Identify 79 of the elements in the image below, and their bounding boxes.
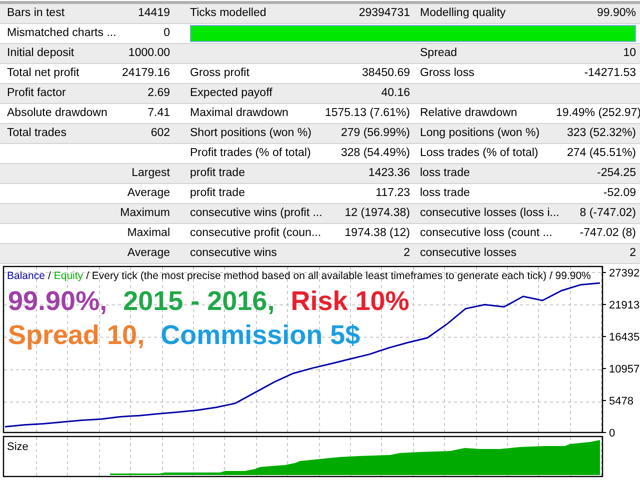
legend-label: Equity — [54, 269, 84, 284]
row-value: 7.41 — [148, 106, 170, 119]
row-value: 24179.16 — [122, 66, 170, 79]
overlay-text: Spread 10, — [8, 319, 145, 352]
panel-label: Size — [7, 441, 28, 453]
row-label: Relative drawdown — [420, 106, 518, 119]
row-label: Average — [127, 246, 170, 259]
row-value: 19.49% (252.97) — [556, 106, 640, 119]
row-value: 29394731 — [358, 6, 410, 19]
row-value: 99.90% — [596, 6, 636, 19]
row-value: 12 (1974.38) — [344, 206, 410, 219]
row-value: 323 (52.32%) — [566, 126, 636, 139]
row-value: -254.25 — [596, 166, 636, 179]
row-label: Bars in test — [7, 6, 65, 19]
row-label: consecutive loss (count ... — [420, 226, 552, 239]
row-label: Spread — [420, 46, 458, 59]
row-label: consecutive losses (loss i... — [420, 206, 560, 219]
row-label: Maximum — [120, 206, 170, 219]
row-label: Short positions (won %) — [190, 126, 312, 139]
chart-caption: / Every tick (the most precise method based on all available least timeframes to generate each tick) / 99.90% — [86, 269, 591, 284]
row-label: profit trade — [190, 186, 245, 199]
row-value: -747.02 (8) — [580, 226, 636, 239]
axis-label: 0 — [609, 428, 616, 440]
row-value: 14419 — [138, 6, 170, 19]
row-label: consecutive wins — [190, 246, 277, 259]
axis-label: 16435 — [609, 332, 640, 344]
row-value: -52.09 — [603, 186, 636, 199]
row-value: 1423.36 — [368, 166, 410, 179]
row-label: Mismatched charts ... — [7, 26, 116, 39]
row-value: 1000.00 — [128, 46, 170, 59]
row-label: profit trade — [190, 166, 245, 179]
row-value: 279 (56.99%) — [340, 126, 410, 139]
row-value: 2.69 — [148, 86, 170, 99]
row-label: Loss trades (% of total) — [420, 146, 538, 159]
overlay-text: Risk 10% — [290, 285, 410, 318]
row-label: Total net profit — [7, 66, 80, 79]
row-label: Absolute drawdown — [7, 106, 108, 119]
row-label: consecutive losses — [420, 246, 517, 259]
axis-label: 5478 — [609, 396, 634, 408]
row-label: Profit factor — [7, 86, 66, 99]
axis-label: 27392 — [609, 268, 640, 280]
row-value: 328 (54.49%) — [340, 146, 410, 159]
row-label: loss trade — [420, 166, 470, 179]
row-label: Profit trades (% of total) — [190, 146, 311, 159]
row-label: Gross profit — [190, 66, 250, 79]
row-label: Largest — [132, 166, 170, 179]
row-value: 117.23 — [376, 186, 410, 199]
row-label: Total trades — [7, 126, 66, 139]
legend-label: Balance — [7, 269, 45, 284]
row-label: Average — [127, 186, 170, 199]
overlay-text: 99.90%, — [8, 285, 108, 318]
row-value: 38450.69 — [362, 66, 410, 79]
row-label: Ticks modelled — [190, 6, 266, 19]
row-label: Long positions (won %) — [420, 126, 540, 139]
axis-label: 10957 — [609, 364, 640, 376]
row-value: 8 (-747.02) — [580, 206, 636, 219]
row-value: 1575.13 (7.61%) — [324, 106, 410, 119]
overlay-text: 2015 - 2016, — [123, 285, 275, 318]
row-value: 274 (45.51%) — [566, 146, 636, 159]
row-label: Expected payoff — [190, 86, 272, 99]
row-value: 1974.38 (12) — [344, 226, 410, 239]
chart-caption: / — [48, 269, 51, 284]
row-value: 40.16 — [381, 86, 410, 99]
row-value: 2 — [404, 246, 410, 259]
row-value: 0 — [164, 26, 170, 39]
row-label: Maximal drawdown — [190, 106, 288, 119]
overlay-text: Commission 5$ — [160, 319, 360, 352]
row-label: Modelling quality — [420, 6, 506, 19]
row-value: 10 — [623, 46, 636, 59]
row-label: Initial deposit — [7, 46, 74, 59]
axis-label: 21913 — [609, 300, 640, 312]
row-label: Gross loss — [420, 66, 474, 79]
row-value: -14271.53 — [584, 66, 636, 79]
row-value: 602 — [150, 126, 170, 139]
row-value: 2 — [630, 246, 636, 259]
row-label: consecutive wins (profit ... — [190, 206, 322, 219]
row-label: loss trade — [420, 186, 470, 199]
row-label: consecutive profit (coun... — [190, 226, 322, 239]
row-label: Maximal — [127, 226, 170, 239]
